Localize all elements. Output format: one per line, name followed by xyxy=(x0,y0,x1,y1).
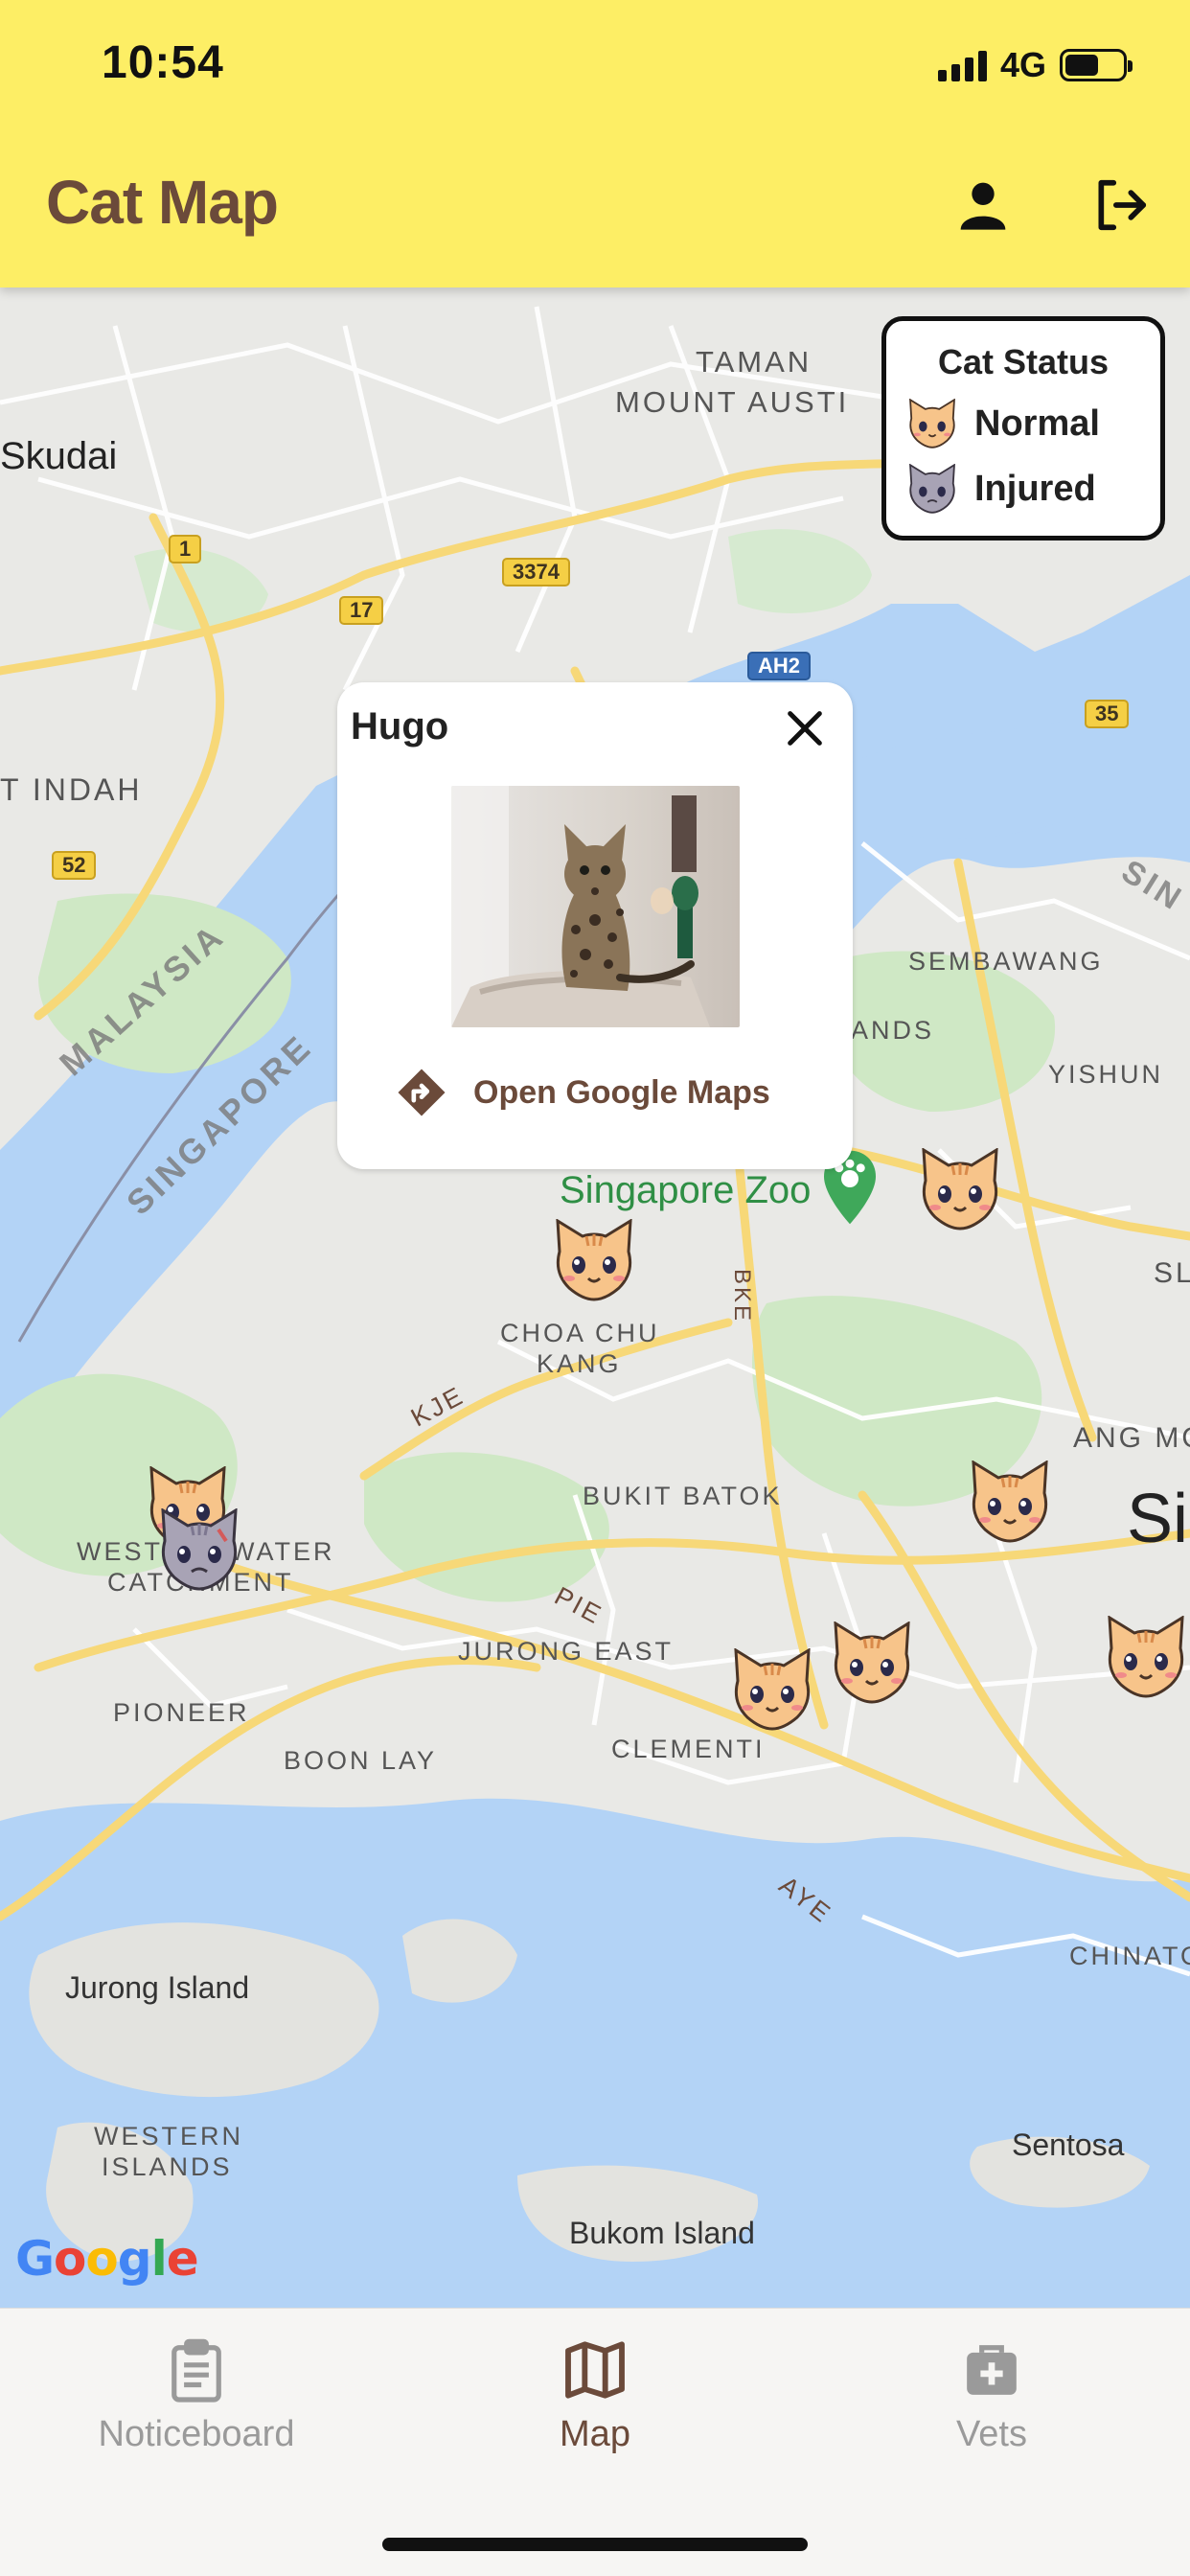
person-icon xyxy=(960,182,1006,230)
cat-marker-injured[interactable] xyxy=(155,1507,243,1591)
map-label-chinatown: CHINATO xyxy=(1069,1942,1190,1970)
normal-cat-icon xyxy=(734,1647,811,1731)
legend-label-injured: Injured xyxy=(974,468,1096,509)
map-label-boon-lay: BOON LAY xyxy=(284,1746,438,1775)
map-label-singapore-zoo: Singapore Zoo xyxy=(560,1169,812,1211)
legend-title: Cat Status xyxy=(937,342,1110,381)
map-label-jurong-east: JURONG EAST xyxy=(458,1637,675,1666)
injured-cat-icon xyxy=(909,464,955,514)
app-header: 10:54 4G Cat Map xyxy=(0,0,1190,288)
status-indicators: 4G xyxy=(937,42,1133,88)
map-view[interactable]: Skudai TAMAN MOUNT AUSTI T INDAH SEMBAWA… xyxy=(0,288,1190,2308)
battery-icon xyxy=(1060,49,1133,81)
cat-marker[interactable] xyxy=(966,1460,1054,1543)
cat-info-popup: Hugo Open Google Maps xyxy=(337,682,853,1169)
map-label-skudai: Skudai xyxy=(0,435,118,477)
clipboard-icon xyxy=(172,2338,221,2403)
medical-kit-icon xyxy=(967,2345,1017,2395)
tab-label-map: Map xyxy=(560,2414,630,2454)
road-shield-17: 17 xyxy=(339,596,384,625)
home-indicator xyxy=(382,2538,808,2551)
normal-cat-icon xyxy=(909,399,955,448)
logout-icon xyxy=(1098,179,1147,231)
open-google-maps-link[interactable]: Open Google Maps xyxy=(395,1060,770,1125)
map-label-mount-austin: MOUNT AUSTI xyxy=(615,385,850,419)
tab-label-vets: Vets xyxy=(956,2414,1027,2454)
normal-cat-icon xyxy=(1108,1615,1184,1698)
open-google-maps-label: Open Google Maps xyxy=(473,1073,770,1111)
tab-vets[interactable]: Vets xyxy=(848,2334,1135,2455)
map-label-bukit-batok: BUKIT BATOK xyxy=(583,1482,783,1510)
normal-cat-icon xyxy=(972,1460,1048,1543)
status-time: 10:54 xyxy=(102,37,224,88)
signal-icon xyxy=(937,49,987,81)
map-label-sentosa: Sentosa xyxy=(1012,2128,1125,2162)
map-label-clementi: CLEMENTI xyxy=(611,1735,766,1763)
google-logo: Google xyxy=(15,2231,199,2287)
map-label-islands: ISLANDS xyxy=(102,2152,233,2181)
injured-cat-icon xyxy=(161,1507,238,1591)
map-icon xyxy=(565,2341,625,2399)
map-label-ang-mo: ANG MO xyxy=(1073,1422,1190,1454)
cat-name: Hugo xyxy=(351,705,449,748)
cat-photo xyxy=(451,786,740,1027)
normal-cat-icon xyxy=(922,1147,998,1230)
network-type: 4G xyxy=(999,45,1046,84)
tab-noticeboard[interactable]: Noticeboard xyxy=(53,2334,340,2455)
map-label-water: WATER xyxy=(230,1537,335,1566)
map-label-bukom-island: Bukom Island xyxy=(569,2216,755,2250)
map-label-sl-edge: SL xyxy=(1154,1257,1190,1289)
road-shield-3374: 3374 xyxy=(502,558,570,586)
app-title: Cat Map xyxy=(46,168,279,237)
tab-label-noticeboard: Noticeboard xyxy=(98,2414,295,2454)
map-label-sembawang: SEMBAWANG xyxy=(908,947,1104,976)
cat-marker[interactable] xyxy=(916,1147,1004,1230)
map-label-jurong-island: Jurong Island xyxy=(65,1970,250,2005)
cat-photo-image xyxy=(451,786,740,1027)
cat-marker[interactable] xyxy=(1102,1615,1190,1698)
map-label-pioneer: PIONEER xyxy=(113,1698,250,1727)
road-shield-ah2: AH2 xyxy=(747,652,812,680)
legend-label-normal: Normal xyxy=(974,402,1100,444)
bottom-navigation: Noticeboard Map Vets xyxy=(0,2308,1190,2576)
normal-cat-icon xyxy=(556,1218,632,1301)
tab-map[interactable]: Map xyxy=(451,2334,739,2455)
map-label-yishun: YISHUN xyxy=(1048,1060,1164,1089)
logout-button[interactable] xyxy=(1087,171,1156,240)
profile-button[interactable] xyxy=(949,171,1018,240)
map-label-indah: T INDAH xyxy=(0,772,143,807)
legend-item-normal: Normal xyxy=(905,396,1100,451)
road-shield-52: 52 xyxy=(52,851,97,880)
legend-item-injured: Injured xyxy=(905,461,1096,517)
normal-cat-icon xyxy=(834,1621,910,1704)
map-label-ands: ANDS xyxy=(851,1016,935,1045)
close-popup-button[interactable] xyxy=(778,702,832,755)
map-label-kang: KANG xyxy=(537,1349,622,1378)
cat-marker[interactable] xyxy=(728,1647,816,1731)
map-label-western: WESTERN xyxy=(94,2122,243,2150)
map-label-choa-chu: CHOA CHU xyxy=(500,1319,660,1347)
map-label-singapore-city: Si xyxy=(1127,1481,1189,1557)
cat-marker[interactable] xyxy=(828,1621,916,1704)
map-label-bke: BKE xyxy=(729,1269,755,1324)
map-label-taman: TAMAN xyxy=(696,345,812,379)
cat-marker[interactable] xyxy=(550,1218,638,1301)
cat-status-legend: Cat Status Normal Injured xyxy=(881,316,1165,540)
road-shield-35: 35 xyxy=(1085,700,1130,728)
road-shield-1: 1 xyxy=(169,535,202,564)
close-icon xyxy=(788,711,822,746)
directions-icon xyxy=(398,1069,446,1116)
